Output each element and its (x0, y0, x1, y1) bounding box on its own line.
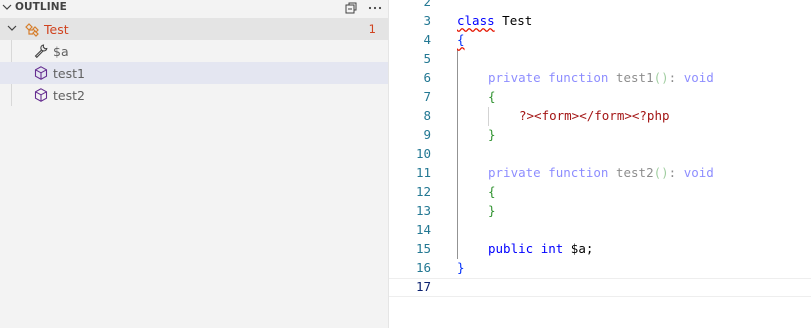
code-line[interactable]: 9 } (389, 126, 811, 145)
code-line[interactable]: 4 { (389, 31, 811, 50)
code-line[interactable]: 2 (389, 0, 811, 12)
public-keyword: public (488, 241, 534, 256)
code-text: private function test1(): void (488, 70, 714, 85)
close-brace: } (488, 203, 496, 218)
more-actions-icon[interactable] (367, 0, 383, 16)
line-number: 5 (423, 51, 431, 66)
line-number: 6 (423, 70, 431, 85)
line-number: 17 (415, 279, 431, 294)
code-line[interactable]: 8 ?><form></form><?php (389, 107, 811, 126)
code-editor[interactable]: 2 3 class Test 4 { 5 6 private function … (389, 0, 811, 328)
code-text: private function test2(): void (488, 165, 714, 180)
line-number: 9 (423, 127, 431, 142)
line-number: 2 (423, 0, 431, 9)
private-keyword: private (488, 70, 541, 85)
close-brace: } (488, 127, 496, 142)
function-keyword: function (548, 165, 609, 180)
chevron-down-icon[interactable] (2, 2, 12, 15)
method-name: test1 (615, 70, 654, 85)
method-name: test2 (615, 165, 654, 180)
open-brace: { (488, 184, 496, 199)
code-text: } (488, 203, 496, 218)
outline-item-test1[interactable]: test1 (0, 62, 388, 84)
inline-html: ?><form></form><?php (519, 108, 670, 123)
line-number: 10 (415, 146, 431, 161)
open-brace: { (488, 89, 496, 104)
line-number: 3 (423, 13, 431, 28)
line-number: 15 (415, 241, 431, 256)
line-number: 4 (423, 32, 431, 47)
code-line-current[interactable]: 17 (389, 278, 811, 297)
code-line[interactable]: 14 (389, 221, 811, 240)
outline-item-label: test1 (53, 66, 85, 81)
line-number: 14 (415, 222, 431, 237)
void-keyword: void (683, 165, 714, 180)
code-line[interactable]: 11 private function test2(): void (389, 164, 811, 183)
line-number: 13 (415, 203, 431, 218)
outline-item-test[interactable]: Test 1 (0, 18, 388, 40)
code-line[interactable]: 5 (389, 50, 811, 69)
code-text: class Test (457, 13, 532, 28)
code-text: public int $a; (488, 241, 593, 256)
code-text: } (488, 127, 496, 142)
code-line[interactable]: 16 } (389, 259, 811, 278)
int-keyword: int (540, 241, 564, 256)
outline-item-a[interactable]: $a (0, 40, 388, 62)
property-name: $a; (563, 241, 594, 256)
function-keyword: function (548, 70, 609, 85)
code-line[interactable]: 6 private function test1(): void (389, 69, 811, 88)
parens: () (653, 165, 669, 180)
code-line[interactable]: 10 (389, 145, 811, 164)
class-keyword: class (457, 13, 495, 28)
outline-title: OUTLINE (15, 1, 67, 13)
code-line[interactable]: 7 { (389, 88, 811, 107)
outline-item-test2[interactable]: test2 (0, 84, 388, 106)
close-brace: } (457, 260, 465, 275)
code-text: ?><form></form><?php (519, 108, 670, 123)
collapse-all-icon[interactable] (343, 0, 359, 16)
line-number: 11 (415, 165, 431, 180)
line-number: 7 (423, 89, 431, 104)
code-text: } (457, 260, 465, 275)
code-text: { (488, 184, 496, 199)
line-number: 8 (423, 108, 431, 123)
line-number: 16 (415, 260, 431, 275)
void-keyword: void (683, 70, 714, 85)
class-name: Test (494, 13, 533, 28)
outline-item-label: $a (53, 44, 69, 59)
outline-item-label: test2 (53, 88, 85, 103)
outline-item-label: Test (44, 22, 69, 37)
method-icon (33, 65, 49, 81)
open-brace: { (457, 32, 465, 47)
parens: () (653, 70, 669, 85)
code-text: { (457, 32, 465, 47)
colon: : (668, 70, 677, 85)
code-line[interactable]: 15 public int $a; (389, 240, 811, 259)
property-wrench-icon (33, 43, 49, 59)
problem-count-badge: 1 (368, 22, 376, 36)
code-text: { (488, 89, 496, 104)
colon: : (668, 165, 677, 180)
chevron-down-icon[interactable] (6, 22, 22, 38)
class-icon (24, 21, 40, 37)
method-icon (33, 87, 49, 103)
code-line[interactable]: 3 class Test (389, 12, 811, 31)
outline-panel: OUTLINE Test 1 $a test1 test2 (0, 0, 389, 328)
outline-header[interactable]: OUTLINE (0, 0, 389, 16)
line-number: 12 (415, 184, 431, 199)
private-keyword: private (488, 165, 541, 180)
code-line[interactable]: 12 { (389, 183, 811, 202)
code-line[interactable]: 13 } (389, 202, 811, 221)
